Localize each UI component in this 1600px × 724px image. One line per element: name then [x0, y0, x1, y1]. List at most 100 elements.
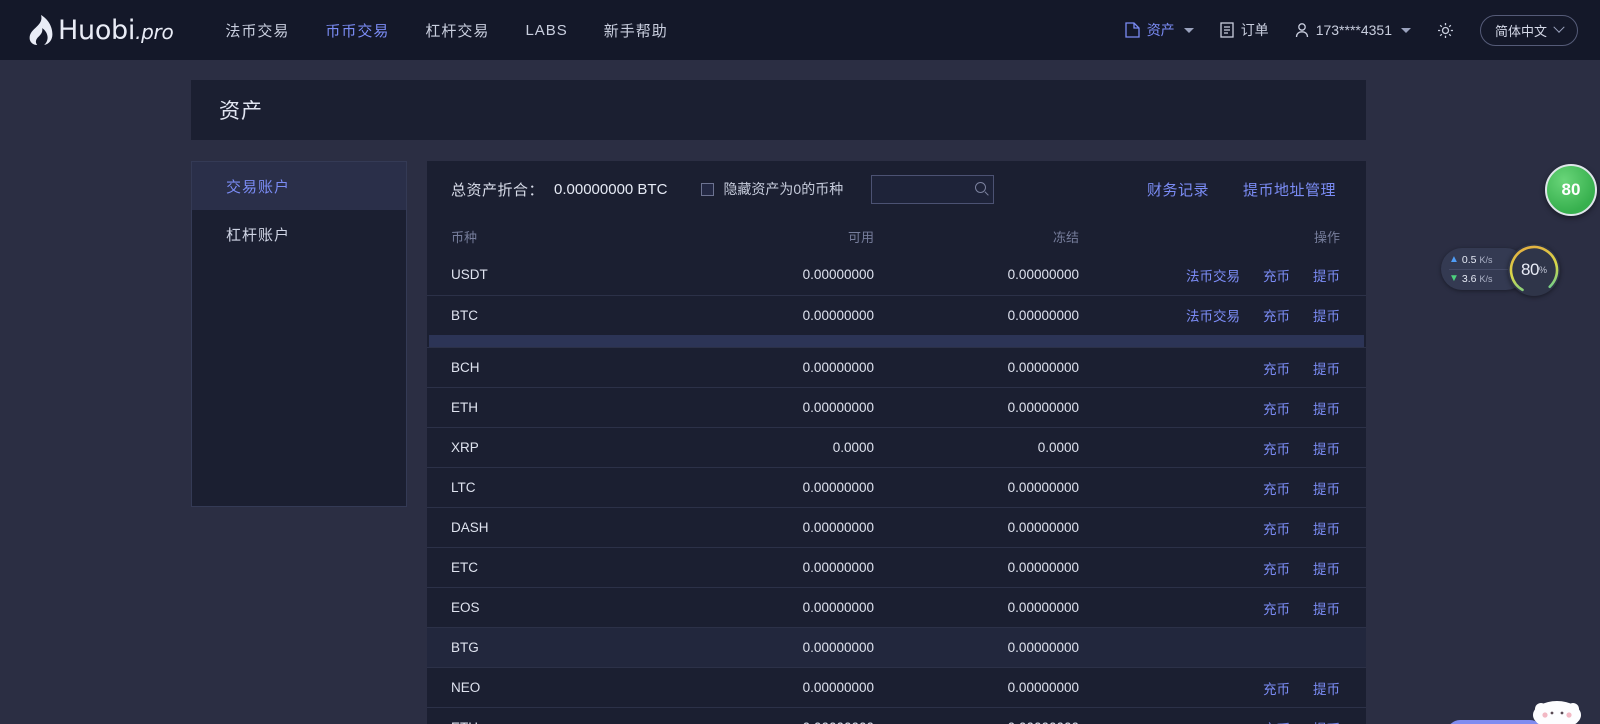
cell-frozen: 0.00000000 — [1007, 640, 1079, 655]
hide-zero-checkbox[interactable] — [701, 182, 715, 196]
row-action-link[interactable]: 提币 — [1313, 598, 1340, 618]
cell-actions: 法币交易 充币 提币 — [1079, 295, 1366, 335]
col-header-available: 可用 — [847, 229, 874, 245]
nav-orders-link[interactable]: 订单 — [1220, 20, 1269, 40]
main-nav-links: 法币交易 币币交易 杠杆交易 LABS 新手帮助 — [225, 20, 667, 41]
cell-available: 0.00000000 — [802, 360, 874, 375]
arrow-up-icon: ▲ — [1449, 254, 1459, 265]
nav-account-menu[interactable]: 173****4351 — [1295, 22, 1411, 38]
table-row: DASH 0.00000000 0.00000000 充币 提币 — [427, 507, 1366, 548]
row-action-group: 充币 提币 — [1079, 478, 1340, 498]
row-action-link[interactable]: 提币 — [1313, 558, 1340, 578]
language-selector[interactable]: 简体中文 — [1479, 14, 1578, 46]
row-action-link[interactable]: 提币 — [1313, 438, 1340, 458]
document-icon — [1220, 22, 1234, 38]
nav-link-labs[interactable]: LABS — [525, 22, 567, 39]
col-header-coin: 币种 — [451, 229, 478, 245]
cell-frozen: 0.00000000 — [1007, 680, 1079, 695]
cell-coin: NEO — [451, 680, 481, 695]
table-row: BCH 0.00000000 0.00000000 充币 提币 — [427, 347, 1366, 388]
nav-link-help[interactable]: 新手帮助 — [604, 20, 668, 41]
cell-coin: BCH — [451, 360, 480, 375]
cell-frozen: 0.00000000 — [874, 708, 1079, 724]
withdraw-address-link[interactable]: 提币地址管理 — [1243, 179, 1336, 200]
row-action-link[interactable]: 充币 — [1263, 598, 1290, 618]
nav-account-label: 173****4351 — [1315, 22, 1392, 38]
row-action-link[interactable]: 充币 — [1263, 358, 1290, 378]
search-icon[interactable] — [975, 181, 987, 193]
row-action-link[interactable]: 充币 — [1263, 478, 1290, 498]
row-action-group: 充币 提币 — [1079, 598, 1340, 618]
nav-link-fiat-trading[interactable]: 法币交易 — [225, 20, 289, 41]
cell-available: 0.00000000 — [802, 400, 874, 415]
row-action-link[interactable]: 法币交易 — [1186, 305, 1240, 325]
cell-actions: 充币 提币 — [1079, 548, 1366, 588]
row-action-link[interactable]: 充币 — [1263, 678, 1290, 698]
table-row: XRP 0.0000 0.0000 充币 提币 — [427, 427, 1366, 468]
cell-available: 0.00000000 — [802, 560, 874, 575]
cell-frozen: 0.00000000 — [1007, 360, 1079, 375]
sidebar-item-margin-account[interactable]: 杠杆账户 — [192, 210, 406, 258]
row-action-link[interactable]: 提币 — [1313, 478, 1340, 498]
cell-coin: ETH — [427, 708, 642, 724]
chevron-down-icon — [1553, 21, 1565, 33]
coin-search-box[interactable] — [871, 174, 995, 204]
nav-settings-button[interactable] — [1437, 22, 1454, 39]
nav-link-coin-trading[interactable]: 币币交易 — [325, 20, 389, 41]
nav-assets-label: 资产 — [1146, 22, 1175, 38]
table-row: ETH 0.00000000 0.00000000 充币 提币 — [427, 387, 1366, 428]
row-action-link[interactable]: 充币 — [1263, 438, 1290, 458]
row-action-link[interactable]: 提币 — [1313, 678, 1340, 698]
cell-available: 0.00000000 — [802, 520, 874, 535]
assets-toolbar: 总资产折合： 0.00000000 BTC 隐藏资产为0的币种 财务记录 提币地… — [427, 161, 1366, 217]
upload-speed-value: 0.5 — [1461, 254, 1477, 266]
cell-coin: DASH — [451, 520, 489, 535]
assets-panel: 总资产折合： 0.00000000 BTC 隐藏资产为0的币种 财务记录 提币地… — [427, 161, 1366, 724]
table-row: USDT 0.00000000 0.00000000 法币交易 充币 提币 — [427, 255, 1366, 295]
hide-zero-toggle[interactable]: 隐藏资产为0的币种 — [701, 179, 843, 199]
sidebar-item-trading-account[interactable]: 交易账户 — [192, 162, 406, 210]
table-row: BTG 0.00000000 0.00000000 — [427, 627, 1366, 668]
row-action-link[interactable]: 充币 — [1263, 305, 1290, 325]
row-action-link[interactable]: 提币 — [1313, 718, 1340, 724]
cell-frozen: 0.00000000 — [1007, 600, 1079, 615]
row-action-link[interactable]: 充币 — [1263, 518, 1290, 538]
row-action-link[interactable]: 充币 — [1263, 265, 1290, 285]
cell-actions: 充币 提币 — [1079, 668, 1366, 708]
row-action-group: 充币 提币 — [1079, 558, 1340, 578]
page-title-card: 资产 — [191, 80, 1366, 140]
cell-available: 0.00000000 — [802, 307, 874, 323]
row-action-group: 充币 提币 — [1079, 678, 1340, 698]
row-action-link[interactable]: 提币 — [1313, 398, 1340, 418]
brand-logo[interactable]: Huobi.pro — [28, 14, 174, 46]
cell-frozen: 0.00000000 — [1007, 267, 1079, 283]
page-body: 资产 交易账户 杠杆账户 总资产折合： 0.00000000 BTC 隐藏资产为… — [0, 60, 1600, 724]
brand-suffix: .pro — [135, 19, 174, 44]
performance-gauge[interactable]: 80% — [1508, 244, 1560, 296]
finance-record-link[interactable]: 财务记录 — [1147, 179, 1209, 200]
brand-name: Huobi.pro — [58, 14, 174, 46]
cell-actions: 充币 提币 — [1079, 388, 1366, 428]
row-action-link[interactable]: 提币 — [1313, 518, 1340, 538]
row-action-link[interactable]: 提币 — [1313, 358, 1340, 378]
cell-frozen: 0.00000000 — [1007, 520, 1079, 535]
green-status-badge[interactable]: 80 — [1545, 164, 1597, 216]
cell-available: 0.00000000 — [802, 600, 874, 615]
cell-coin: BTC — [451, 307, 478, 323]
account-sidebar: 交易账户 杠杆账户 — [191, 161, 407, 507]
cell-actions: 充币 提币 — [1079, 588, 1366, 628]
table-separator-row — [427, 335, 1366, 348]
chevron-down-icon — [1183, 27, 1194, 33]
row-action-link[interactable]: 充币 — [1263, 558, 1290, 578]
nav-link-margin-trading[interactable]: 杠杆交易 — [425, 20, 489, 41]
chevron-down-icon — [1400, 27, 1411, 33]
row-action-link[interactable]: 提币 — [1313, 305, 1340, 325]
table-row: EOS 0.00000000 0.00000000 充币 提币 — [427, 587, 1366, 628]
nav-assets-menu[interactable]: 资产 — [1125, 20, 1194, 40]
row-action-link[interactable]: 法币交易 — [1186, 265, 1240, 285]
row-action-link[interactable]: 提币 — [1313, 265, 1340, 285]
row-action-link[interactable]: 充币 — [1263, 718, 1290, 724]
row-action-link[interactable]: 充币 — [1263, 398, 1290, 418]
panel-action-links: 财务记录 提币地址管理 — [1147, 179, 1336, 200]
separator-bar — [429, 335, 1364, 347]
